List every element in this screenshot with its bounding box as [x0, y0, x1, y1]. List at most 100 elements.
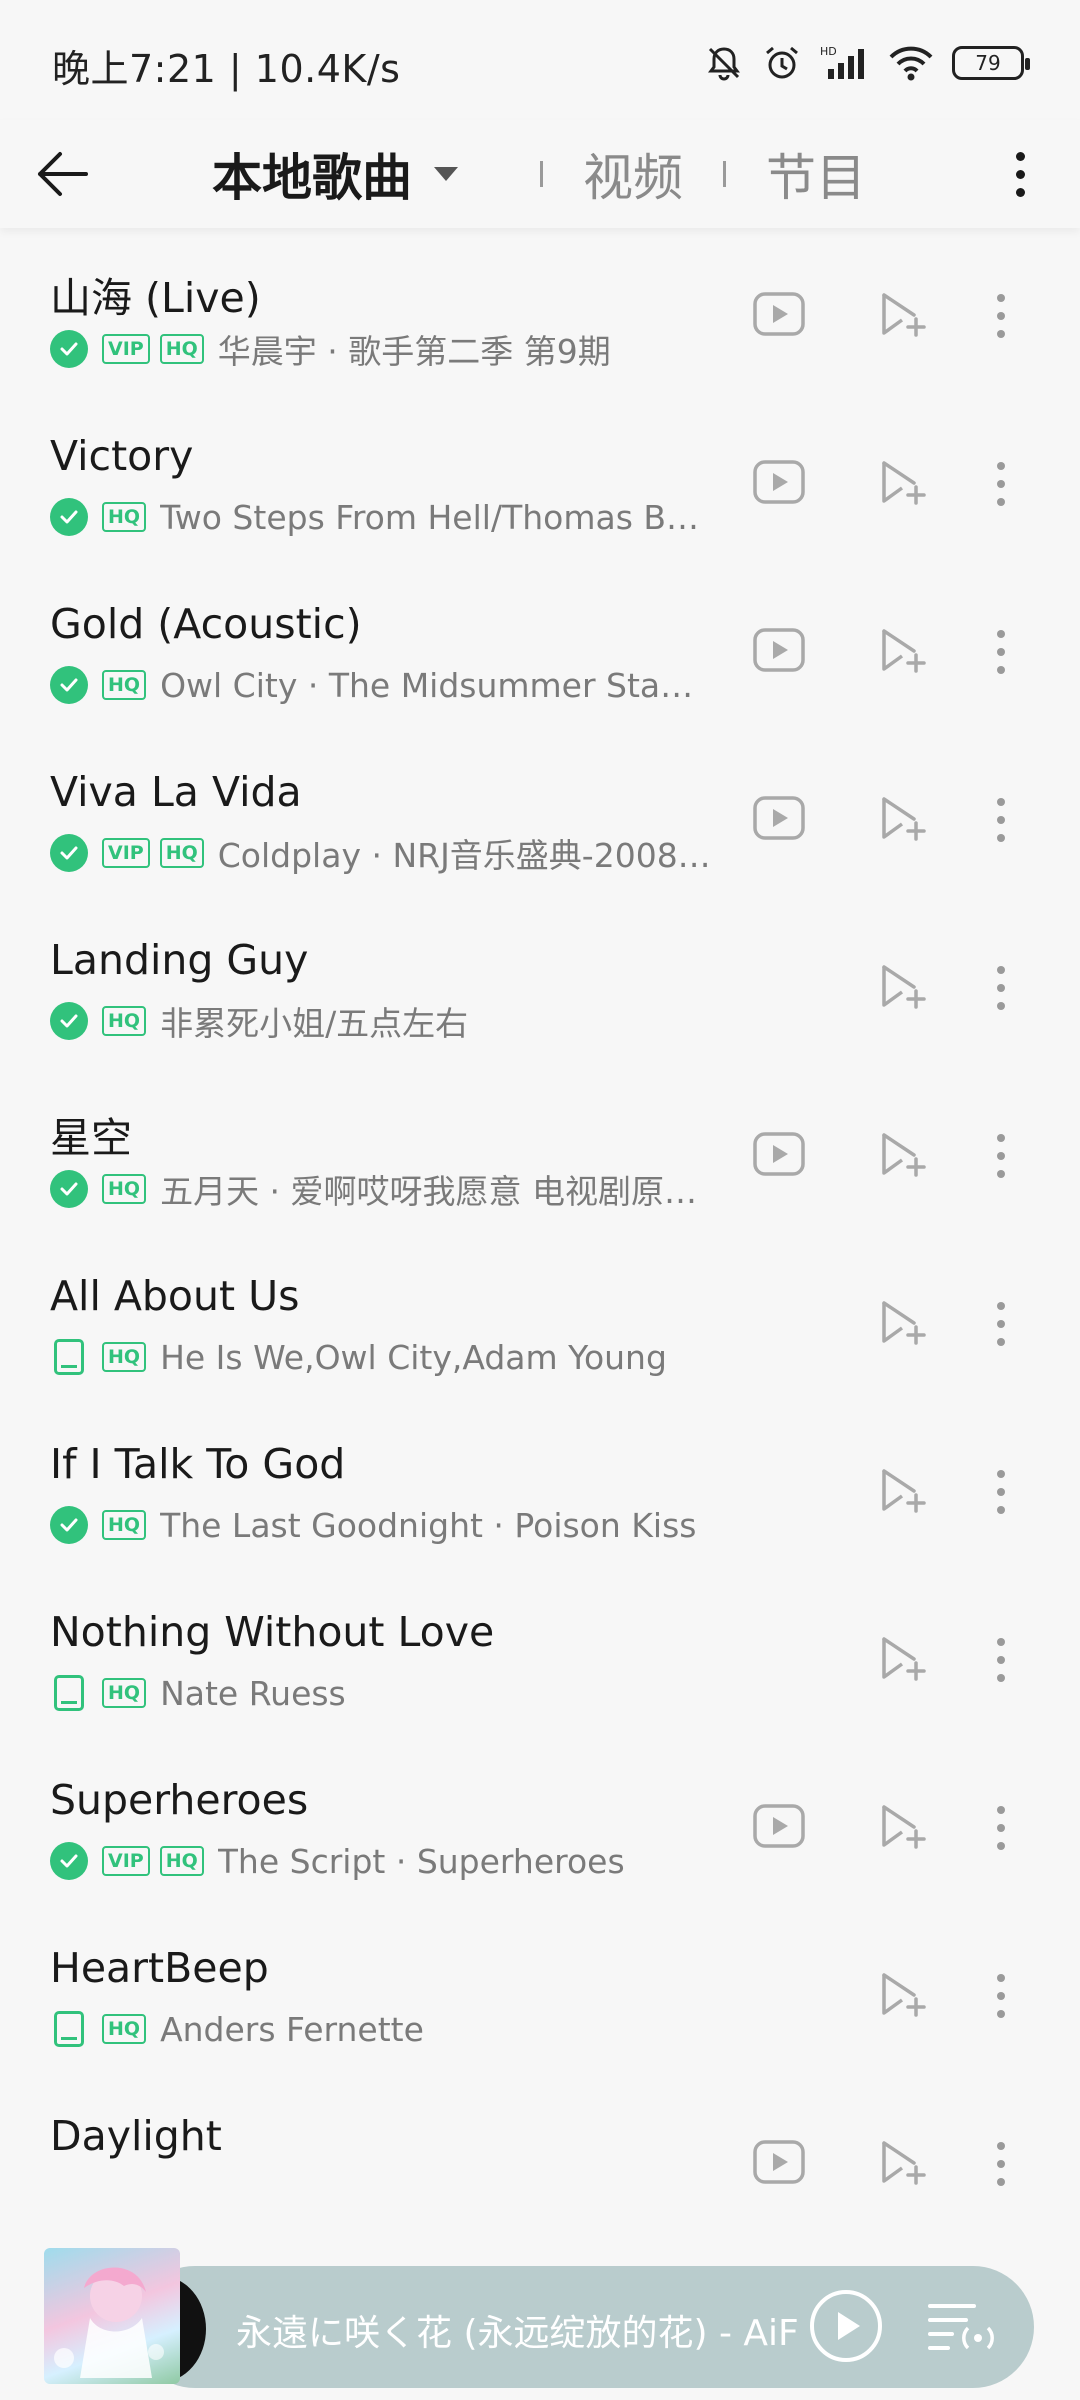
- song-meta: HQ Anders Fernette: [50, 2009, 424, 2049]
- song-row[interactable]: Viva La Vida VIP HQ Coldplay · NRJ音乐盛典-2008…: [0, 734, 1080, 902]
- song-meta: HQ 五月天 · 爱啊哎呀我愿意 电视剧原…: [50, 1169, 697, 1211]
- add-to-playlist-icon: [878, 1633, 928, 1687]
- battery-icon: 79: [952, 46, 1030, 80]
- mv-play-button[interactable]: [749, 622, 809, 682]
- song-title: Gold (Acoustic): [50, 600, 362, 648]
- song-more-button[interactable]: [971, 1294, 1031, 1354]
- downloaded-check-icon: [50, 498, 88, 536]
- mv-play-button[interactable]: [749, 1126, 809, 1186]
- hq-badge: HQ: [102, 1342, 147, 1372]
- song-title: 星空: [50, 1114, 132, 1162]
- tab-bar: 本地歌曲 视频 节目: [212, 120, 866, 228]
- add-to-playlist-button[interactable]: [873, 286, 933, 346]
- mv-icon: [752, 291, 806, 341]
- add-to-playlist-button[interactable]: [873, 1798, 933, 1858]
- song-more-button[interactable]: [971, 622, 1031, 682]
- song-row[interactable]: 星空 HQ 五月天 · 爱啊哎呀我愿意 电视剧原…: [0, 1070, 1080, 1238]
- tab-local-songs[interactable]: 本地歌曲: [212, 138, 412, 210]
- add-to-playlist-button[interactable]: [873, 2134, 933, 2194]
- song-row[interactable]: If I Talk To God HQ The Last Goodnight · P…: [0, 1406, 1080, 1574]
- song-more-button[interactable]: [971, 1630, 1031, 1690]
- now-playing-title[interactable]: 永遠に咲く花 (永远绽放的花) - AiF: [236, 2304, 816, 2356]
- song-row[interactable]: Superheroes VIP HQ The Script · Superheroes: [0, 1742, 1080, 1910]
- hq-badge: HQ: [159, 334, 204, 364]
- song-meta: [50, 2177, 54, 2217]
- hq-badge: HQ: [102, 1678, 147, 1708]
- tab-divider: [540, 161, 543, 187]
- add-to-playlist-button[interactable]: [873, 454, 933, 514]
- mv-play-button[interactable]: [749, 1798, 809, 1858]
- song-row[interactable]: HeartBeep HQ Anders Fernette: [0, 1910, 1080, 2078]
- song-more-button[interactable]: [971, 2134, 1031, 2194]
- song-title: Victory: [50, 432, 194, 480]
- back-button[interactable]: [28, 140, 96, 208]
- downloaded-check-icon: [50, 1170, 88, 1208]
- add-to-playlist-button[interactable]: [873, 1630, 933, 1690]
- hq-badge: HQ: [159, 838, 204, 868]
- mv-icon: [752, 1131, 806, 1181]
- song-row[interactable]: 山海 (Live) VIP HQ 华晨宇 · 歌手第二季 第9期: [0, 230, 1080, 398]
- dropdown-arrow-icon[interactable]: [434, 167, 458, 181]
- song-artist: Owl City · The Midsummer Station…: [160, 665, 701, 705]
- song-meta: HQ He Is We,Owl City,Adam Young: [50, 1337, 667, 1377]
- add-to-playlist-button[interactable]: [873, 790, 933, 850]
- song-artist: 非累死小姐/五点左右: [160, 1004, 469, 1043]
- downloaded-check-icon: [50, 834, 88, 872]
- more-options-button[interactable]: [990, 144, 1050, 204]
- song-more-button[interactable]: [971, 1126, 1031, 1186]
- downloaded-check-icon: [50, 1506, 88, 1544]
- mv-play-button[interactable]: [749, 2134, 809, 2194]
- add-to-playlist-button[interactable]: [873, 1126, 933, 1186]
- local-file-icon: [54, 1339, 84, 1375]
- add-to-playlist-icon: [878, 1801, 928, 1855]
- song-title: Nothing Without Love: [50, 1608, 495, 1656]
- downloaded-check-icon: [50, 1002, 88, 1040]
- add-to-playlist-button[interactable]: [873, 958, 933, 1018]
- song-more-button[interactable]: [971, 1462, 1031, 1522]
- song-meta: HQ Two Steps From Hell/Thomas Ber…: [50, 497, 700, 537]
- wifi-icon: [889, 46, 933, 81]
- song-row[interactable]: Victory HQ Two Steps From Hell/Thomas Ber…: [0, 398, 1080, 566]
- mv-play-button[interactable]: [749, 286, 809, 346]
- album-cover[interactable]: [44, 2248, 180, 2384]
- tab-programs[interactable]: 节目: [766, 138, 866, 210]
- hq-badge: HQ: [159, 1846, 204, 1876]
- song-title: 山海 (Live): [50, 274, 261, 322]
- song-row[interactable]: Nothing Without Love HQ Nate Ruess: [0, 1574, 1080, 1742]
- song-more-button[interactable]: [971, 286, 1031, 346]
- downloaded-check-icon: [50, 666, 88, 704]
- hq-badge: HQ: [102, 1510, 147, 1540]
- mv-play-button[interactable]: [749, 790, 809, 850]
- battery-level: 79: [975, 51, 1001, 75]
- tab-videos[interactable]: 视频: [583, 138, 683, 210]
- mute-icon: [708, 47, 740, 81]
- song-more-button[interactable]: [971, 454, 1031, 514]
- song-more-button[interactable]: [971, 790, 1031, 850]
- add-to-playlist-button[interactable]: [873, 622, 933, 682]
- mini-player[interactable]: 永遠に咲く花 (永远绽放的花) - AiF: [44, 2248, 1036, 2400]
- song-more-button[interactable]: [971, 1966, 1031, 2026]
- add-to-playlist-icon: [878, 793, 928, 847]
- song-more-button[interactable]: [971, 1798, 1031, 1858]
- song-title: HeartBeep: [50, 1944, 269, 1992]
- add-to-playlist-icon: [878, 1969, 928, 2023]
- mv-icon: [752, 795, 806, 845]
- top-nav: 本地歌曲 视频 节目: [0, 120, 1080, 228]
- song-row[interactable]: Gold (Acoustic) HQ Owl City · The Midsumme…: [0, 566, 1080, 734]
- add-to-playlist-button[interactable]: [873, 1462, 933, 1522]
- playlist-queue-icon[interactable]: [926, 2298, 998, 2354]
- play-icon[interactable]: [808, 2288, 884, 2364]
- mv-play-button[interactable]: [749, 454, 809, 514]
- song-artist: He Is We,Owl City,Adam Young: [160, 1337, 667, 1377]
- add-to-playlist-icon: [878, 1129, 928, 1183]
- add-to-playlist-button[interactable]: [873, 1294, 933, 1354]
- add-to-playlist-button[interactable]: [873, 1966, 933, 2026]
- song-row[interactable]: Daylight: [0, 2078, 1080, 2246]
- song-more-button[interactable]: [971, 958, 1031, 1018]
- song-row[interactable]: Landing Guy HQ 非累死小姐/五点左右: [0, 902, 1080, 1070]
- signal-icon: HD: [820, 45, 864, 79]
- add-to-playlist-icon: [878, 457, 928, 511]
- status-icons: HD 79: [704, 38, 1030, 88]
- song-row[interactable]: All About Us HQ He Is We,Owl City,Adam You…: [0, 1238, 1080, 1406]
- local-file-icon: [54, 1675, 84, 1711]
